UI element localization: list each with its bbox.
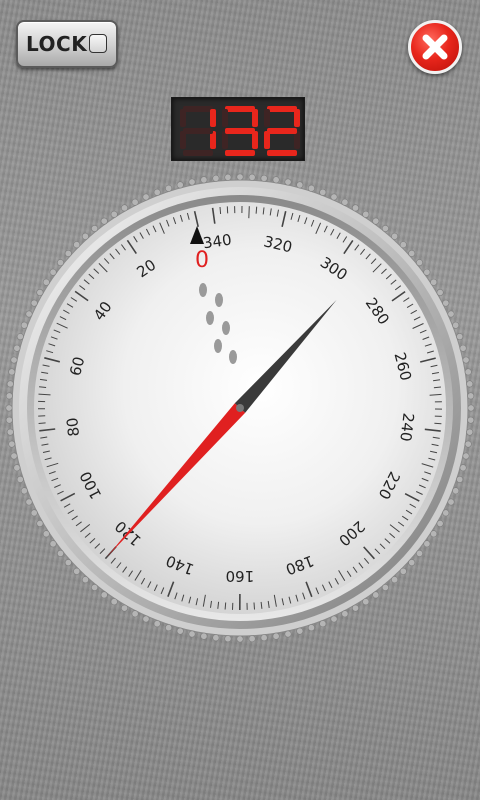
dial-tick [38, 422, 46, 424]
dial-tick [224, 602, 227, 610]
dial-tick [255, 206, 258, 214]
zero-label: 0 [195, 248, 209, 273]
dial-scale-label: 160 [226, 567, 255, 585]
dial-tick [434, 422, 442, 425]
dial-scale-label: 240 [396, 412, 417, 443]
pedometer-dial: 3403203002802602402202001801601401201008… [5, 173, 475, 643]
dial-scale-label: 80 [63, 416, 83, 437]
dial-tick [253, 602, 255, 610]
needle-hub [236, 404, 244, 412]
dial-tick [219, 206, 222, 215]
dial-tick [248, 206, 250, 219]
